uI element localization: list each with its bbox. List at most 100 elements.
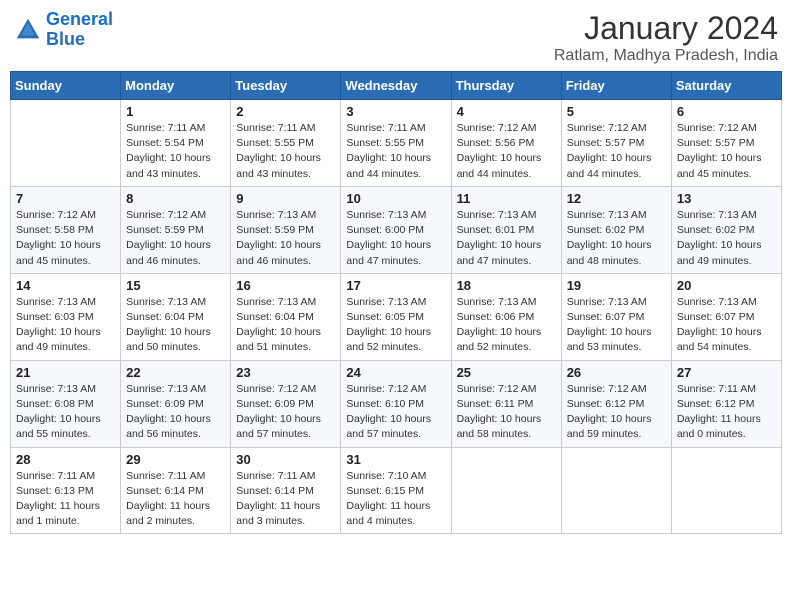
day-detail: Sunrise: 7:12 AMSunset: 5:59 PMDaylight:…	[126, 208, 225, 269]
calendar-cell: 24 Sunrise: 7:12 AMSunset: 6:10 PMDayligh…	[341, 360, 451, 447]
day-detail: Sunrise: 7:13 AMSunset: 6:04 PMDaylight:…	[236, 295, 335, 356]
day-header-saturday: Saturday	[671, 72, 781, 100]
day-detail: Sunrise: 7:11 AMSunset: 5:55 PMDaylight:…	[236, 121, 335, 182]
day-detail: Sunrise: 7:13 AMSunset: 6:02 PMDaylight:…	[567, 208, 666, 269]
day-detail: Sunrise: 7:11 AMSunset: 6:14 PMDaylight:…	[126, 469, 225, 530]
calendar-cell: 15 Sunrise: 7:13 AMSunset: 6:04 PMDayligh…	[121, 273, 231, 360]
day-number: 31	[346, 452, 445, 467]
calendar-cell: 14 Sunrise: 7:13 AMSunset: 6:03 PMDayligh…	[11, 273, 121, 360]
calendar-cell: 11 Sunrise: 7:13 AMSunset: 6:01 PMDayligh…	[451, 186, 561, 273]
title-block: January 2024 Ratlam, Madhya Pradesh, Ind…	[554, 10, 778, 65]
calendar-title: January 2024	[554, 10, 778, 47]
day-number: 6	[677, 104, 776, 119]
day-number: 7	[16, 191, 115, 206]
calendar-cell: 31 Sunrise: 7:10 AMSunset: 6:15 PMDayligh…	[341, 447, 451, 534]
day-detail: Sunrise: 7:11 AMSunset: 6:13 PMDaylight:…	[16, 469, 115, 530]
calendar-cell: 8Sunrise: 7:12 AMSunset: 5:59 PMDaylight…	[121, 186, 231, 273]
page-header: General Blue January 2024 Ratlam, Madhya…	[10, 10, 782, 65]
day-number: 4	[457, 104, 556, 119]
calendar-cell	[11, 100, 121, 187]
day-detail: Sunrise: 7:10 AMSunset: 6:15 PMDaylight:…	[346, 469, 445, 530]
day-detail: Sunrise: 7:11 AMSunset: 5:55 PMDaylight:…	[346, 121, 445, 182]
calendar-cell: 13 Sunrise: 7:13 AMSunset: 6:02 PMDayligh…	[671, 186, 781, 273]
day-detail: Sunrise: 7:13 AMSunset: 6:01 PMDaylight:…	[457, 208, 556, 269]
day-number: 10	[346, 191, 445, 206]
logo: General Blue	[14, 10, 113, 50]
calendar-subtitle: Ratlam, Madhya Pradesh, India	[554, 47, 778, 65]
day-detail: Sunrise: 7:11 AMSunset: 5:54 PMDaylight:…	[126, 121, 225, 182]
day-detail: Sunrise: 7:11 AMSunset: 6:14 PMDaylight:…	[236, 469, 335, 530]
calendar-week-row: 28 Sunrise: 7:11 AMSunset: 6:13 PMDayligh…	[11, 447, 782, 534]
day-number: 9	[236, 191, 335, 206]
day-detail: Sunrise: 7:11 AMSunset: 6:12 PMDaylight:…	[677, 382, 776, 443]
calendar-cell	[451, 447, 561, 534]
calendar-cell: 2Sunrise: 7:11 AMSunset: 5:55 PMDaylight…	[231, 100, 341, 187]
day-detail: Sunrise: 7:13 AMSunset: 6:07 PMDaylight:…	[567, 295, 666, 356]
day-number: 20	[677, 278, 776, 293]
day-number: 16	[236, 278, 335, 293]
logo-line1: General	[46, 9, 113, 29]
day-number: 11	[457, 191, 556, 206]
calendar-cell: 7 Sunrise: 7:12 AMSunset: 5:58 PMDaylight…	[11, 186, 121, 273]
day-number: 14	[16, 278, 115, 293]
calendar-cell: 28 Sunrise: 7:11 AMSunset: 6:13 PMDayligh…	[11, 447, 121, 534]
calendar-cell	[561, 447, 671, 534]
calendar-table: SundayMondayTuesdayWednesdayThursdayFrid…	[10, 71, 782, 534]
day-detail: Sunrise: 7:13 AMSunset: 6:05 PMDaylight:…	[346, 295, 445, 356]
day-number: 24	[346, 365, 445, 380]
calendar-cell: 3Sunrise: 7:11 AMSunset: 5:55 PMDaylight…	[341, 100, 451, 187]
day-detail: Sunrise: 7:12 AMSunset: 5:58 PMDaylight:…	[16, 208, 115, 269]
calendar-week-row: 14 Sunrise: 7:13 AMSunset: 6:03 PMDayligh…	[11, 273, 782, 360]
day-number: 15	[126, 278, 225, 293]
calendar-week-row: 7 Sunrise: 7:12 AMSunset: 5:58 PMDaylight…	[11, 186, 782, 273]
day-detail: Sunrise: 7:12 AMSunset: 5:57 PMDaylight:…	[567, 121, 666, 182]
calendar-cell: 5 Sunrise: 7:12 AMSunset: 5:57 PMDaylight…	[561, 100, 671, 187]
calendar-cell: 16 Sunrise: 7:13 AMSunset: 6:04 PMDayligh…	[231, 273, 341, 360]
calendar-week-row: 21 Sunrise: 7:13 AMSunset: 6:08 PMDayligh…	[11, 360, 782, 447]
calendar-cell: 12 Sunrise: 7:13 AMSunset: 6:02 PMDayligh…	[561, 186, 671, 273]
calendar-cell	[671, 447, 781, 534]
logo-text: General Blue	[46, 10, 113, 50]
calendar-cell: 27Sunrise: 7:11 AMSunset: 6:12 PMDayligh…	[671, 360, 781, 447]
calendar-header-row: SundayMondayTuesdayWednesdayThursdayFrid…	[11, 72, 782, 100]
day-detail: Sunrise: 7:12 AMSunset: 6:09 PMDaylight:…	[236, 382, 335, 443]
day-number: 17	[346, 278, 445, 293]
day-detail: Sunrise: 7:13 AMSunset: 6:08 PMDaylight:…	[16, 382, 115, 443]
calendar-cell: 6 Sunrise: 7:12 AMSunset: 5:57 PMDaylight…	[671, 100, 781, 187]
calendar-cell: 18Sunrise: 7:13 AMSunset: 6:06 PMDayligh…	[451, 273, 561, 360]
day-header-tuesday: Tuesday	[231, 72, 341, 100]
calendar-cell: 9 Sunrise: 7:13 AMSunset: 5:59 PMDaylight…	[231, 186, 341, 273]
day-detail: Sunrise: 7:13 AMSunset: 6:02 PMDaylight:…	[677, 208, 776, 269]
day-detail: Sunrise: 7:12 AMSunset: 6:12 PMDaylight:…	[567, 382, 666, 443]
day-number: 1	[126, 104, 225, 119]
day-number: 29	[126, 452, 225, 467]
calendar-cell: 29 Sunrise: 7:11 AMSunset: 6:14 PMDayligh…	[121, 447, 231, 534]
calendar-cell: 1 Sunrise: 7:11 AMSunset: 5:54 PMDaylight…	[121, 100, 231, 187]
calendar-cell: 30Sunrise: 7:11 AMSunset: 6:14 PMDayligh…	[231, 447, 341, 534]
calendar-week-row: 1 Sunrise: 7:11 AMSunset: 5:54 PMDaylight…	[11, 100, 782, 187]
day-detail: Sunrise: 7:13 AMSunset: 5:59 PMDaylight:…	[236, 208, 335, 269]
day-detail: Sunrise: 7:12 AMSunset: 6:10 PMDaylight:…	[346, 382, 445, 443]
calendar-cell: 22Sunrise: 7:13 AMSunset: 6:09 PMDayligh…	[121, 360, 231, 447]
logo-icon	[14, 16, 42, 44]
calendar-cell: 10 Sunrise: 7:13 AMSunset: 6:00 PMDayligh…	[341, 186, 451, 273]
calendar-cell: 21 Sunrise: 7:13 AMSunset: 6:08 PMDayligh…	[11, 360, 121, 447]
calendar-cell: 17 Sunrise: 7:13 AMSunset: 6:05 PMDayligh…	[341, 273, 451, 360]
day-detail: Sunrise: 7:13 AMSunset: 6:04 PMDaylight:…	[126, 295, 225, 356]
day-detail: Sunrise: 7:13 AMSunset: 6:03 PMDaylight:…	[16, 295, 115, 356]
day-detail: Sunrise: 7:12 AMSunset: 5:57 PMDaylight:…	[677, 121, 776, 182]
day-number: 26	[567, 365, 666, 380]
day-detail: Sunrise: 7:13 AMSunset: 6:00 PMDaylight:…	[346, 208, 445, 269]
day-header-friday: Friday	[561, 72, 671, 100]
day-detail: Sunrise: 7:12 AMSunset: 6:11 PMDaylight:…	[457, 382, 556, 443]
day-number: 13	[677, 191, 776, 206]
day-header-thursday: Thursday	[451, 72, 561, 100]
day-number: 21	[16, 365, 115, 380]
day-number: 12	[567, 191, 666, 206]
day-number: 5	[567, 104, 666, 119]
day-number: 28	[16, 452, 115, 467]
day-detail: Sunrise: 7:13 AMSunset: 6:09 PMDaylight:…	[126, 382, 225, 443]
day-number: 23	[236, 365, 335, 380]
calendar-cell: 19Sunrise: 7:13 AMSunset: 6:07 PMDayligh…	[561, 273, 671, 360]
day-detail: Sunrise: 7:13 AMSunset: 6:06 PMDaylight:…	[457, 295, 556, 356]
